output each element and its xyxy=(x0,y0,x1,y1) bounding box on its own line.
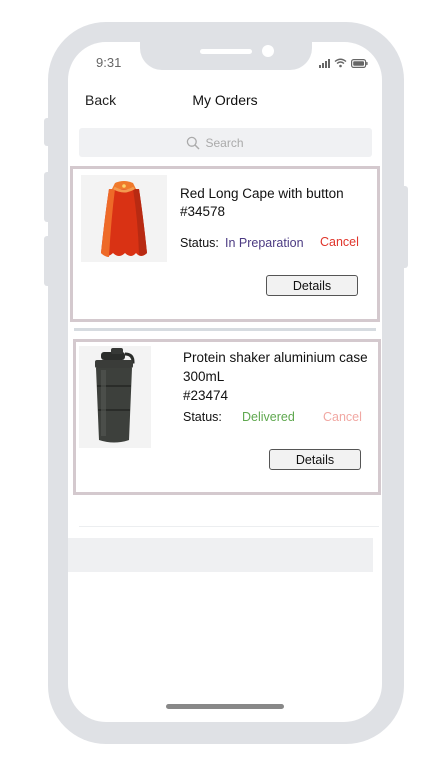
details-button[interactable]: Details xyxy=(266,275,358,296)
order-number: #34578 xyxy=(180,204,226,219)
protein-shaker-image xyxy=(95,348,135,443)
status-icons xyxy=(319,58,368,68)
search-input[interactable] xyxy=(205,135,266,150)
wifi-icon xyxy=(334,58,347,68)
camera xyxy=(262,45,274,57)
volume-down-button xyxy=(44,236,52,286)
card-divider xyxy=(74,328,376,331)
cancel-button-disabled: Cancel xyxy=(323,410,362,424)
search-icon xyxy=(186,136,199,149)
order-number: #23474 xyxy=(183,388,229,403)
status-time: 9:31 xyxy=(96,55,122,70)
phone-screen: 9:31 Back My Orders Search Red Long Cape… xyxy=(68,42,382,722)
status-label: Status: xyxy=(180,236,219,250)
cancel-button[interactable]: Cancel xyxy=(320,235,359,249)
order-card: Red Long Cape with button #34578 Status:… xyxy=(70,166,380,322)
status-value: Delivered xyxy=(242,410,295,424)
product-name: Red Long Cape with button xyxy=(180,186,344,201)
details-button[interactable]: Details xyxy=(269,449,361,470)
speaker xyxy=(200,49,252,54)
product-image-protein-shaker xyxy=(79,346,151,448)
list-divider xyxy=(79,526,379,527)
volume-up-button xyxy=(44,172,52,222)
order-card: Protein shaker aluminium case 300mL #234… xyxy=(73,339,381,495)
status-label: Status: xyxy=(183,410,222,424)
battery-icon xyxy=(351,59,368,68)
home-indicator xyxy=(166,704,284,709)
red-cape-image xyxy=(101,181,147,257)
notch xyxy=(140,42,312,70)
signal-icon xyxy=(319,59,330,68)
product-image-red-cape xyxy=(81,175,167,262)
product-name: Protein shaker aluminium case 300mL xyxy=(183,350,368,384)
footer-placeholder xyxy=(68,538,373,572)
status-value: In Preparation xyxy=(225,236,304,250)
page-title: My Orders xyxy=(192,92,258,108)
power-button xyxy=(400,186,408,268)
mute-switch xyxy=(44,118,52,146)
search-bar[interactable] xyxy=(79,128,372,157)
